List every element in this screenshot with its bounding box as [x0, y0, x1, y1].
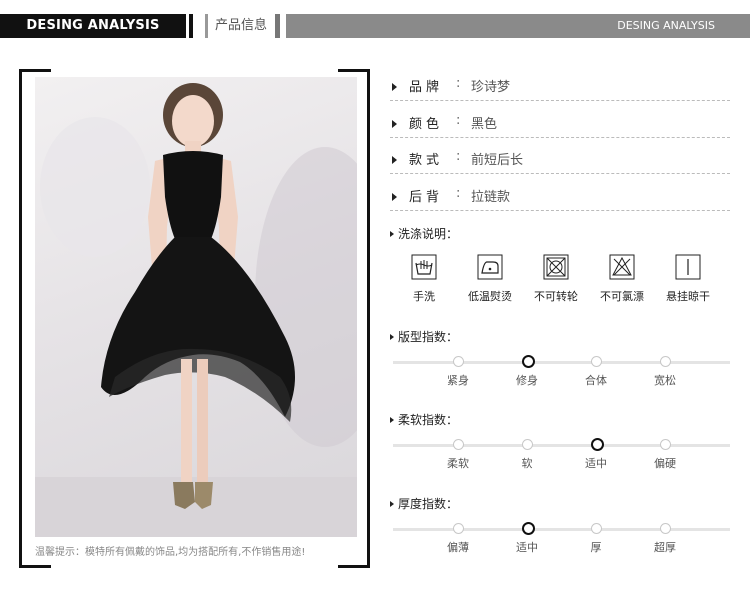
header-mid-title: 产品信息	[215, 18, 268, 33]
scale-dot	[591, 356, 602, 367]
scale-label: 适中	[516, 541, 538, 554]
header-divider	[275, 14, 280, 38]
info-row-style: 款式 : 前短后长	[390, 149, 730, 174]
dress-model-image	[35, 83, 357, 537]
fit-index-title: 版型指数：	[390, 328, 458, 345]
care-title: 洗涤说明：	[390, 225, 458, 242]
care-label: 手洗	[413, 290, 435, 303]
arrow-icon	[392, 83, 397, 91]
arrow-icon	[390, 417, 394, 423]
info-value: 珍诗梦	[471, 80, 511, 95]
info-colon: :	[456, 149, 461, 164]
info-value: 拉链款	[471, 190, 511, 205]
hand-wash-icon	[411, 254, 437, 280]
care-item-hand-wash: 手洗	[394, 254, 454, 304]
thickness-index-scale: 偏薄 适中 厚 超厚	[393, 522, 730, 563]
care-label: 悬挂晾干	[666, 290, 710, 303]
care-label: 不可转轮	[534, 290, 578, 303]
care-label: 低温熨烫	[468, 290, 512, 303]
scale-dot	[453, 439, 464, 450]
photo-disclaimer: 温馨提示：模特所有佩戴的饰品,均为搭配所有,不作销售用途!	[35, 547, 306, 558]
softness-index-title: 柔软指数：	[390, 411, 458, 428]
arrow-icon	[392, 120, 397, 128]
scale-dot	[591, 523, 602, 534]
care-item-no-bleach: 不可氯漂	[592, 254, 652, 304]
info-colon: :	[456, 113, 461, 128]
header-left-title: DESING ANALYSIS	[0, 14, 186, 38]
info-label: 品牌	[409, 80, 444, 95]
scale-label: 紧身	[447, 374, 469, 387]
scale-track	[393, 528, 730, 531]
info-row-brand: 品牌 : 珍诗梦	[390, 76, 730, 101]
arrow-icon	[390, 334, 394, 340]
scale-dot-selected	[522, 355, 535, 368]
header-right-band: DESING ANALYSIS	[286, 14, 750, 38]
scale-label: 超厚	[654, 541, 676, 554]
care-item-no-tumble: 不可转轮	[526, 254, 586, 304]
scale-label: 修身	[516, 374, 538, 387]
scale-label: 适中	[585, 457, 607, 470]
arrow-icon	[392, 193, 397, 201]
info-colon: :	[456, 186, 461, 201]
info-row-back: 后背 : 拉链款	[390, 186, 730, 211]
scale-dot	[522, 439, 533, 450]
arrow-icon	[390, 501, 394, 507]
scale-label: 宽松	[654, 374, 676, 387]
care-item-hang-dry: 悬挂晾干	[658, 254, 718, 304]
info-label: 颜色	[409, 117, 444, 132]
header-divider	[189, 14, 193, 38]
scale-label: 厚	[590, 541, 602, 554]
low-temp-iron-icon	[477, 254, 503, 280]
section-header: DESING ANALYSIS 产品信息 DESING ANALYSIS	[0, 14, 750, 38]
scale-label: 柔软	[447, 457, 469, 470]
scale-dot-selected	[591, 438, 604, 451]
product-photo	[35, 77, 357, 537]
arrow-icon	[392, 156, 397, 164]
scale-label: 软	[521, 457, 533, 470]
care-label: 不可氯漂	[600, 290, 644, 303]
scale-dot	[660, 439, 671, 450]
scale-dot	[660, 356, 671, 367]
care-item-iron: 低温熨烫	[460, 254, 520, 304]
info-row-color: 颜色 : 黑色	[390, 113, 730, 138]
no-tumble-dry-icon	[543, 254, 569, 280]
hang-dry-icon	[675, 254, 701, 280]
scale-dot	[660, 523, 671, 534]
info-label: 款式	[409, 153, 444, 168]
scale-label: 偏薄	[447, 541, 469, 554]
info-value: 黑色	[471, 117, 498, 132]
info-label: 后背	[409, 190, 444, 205]
thickness-index-title: 厚度指数：	[390, 495, 458, 512]
scale-label: 偏硬	[654, 457, 676, 470]
scale-dot	[453, 523, 464, 534]
no-bleach-icon	[609, 254, 635, 280]
scale-track	[393, 444, 730, 447]
fit-index-scale: 紧身 修身 合体 宽松	[393, 355, 730, 396]
scale-dot-selected	[522, 522, 535, 535]
arrow-icon	[390, 231, 394, 237]
info-value: 前短后长	[471, 153, 524, 168]
info-colon: :	[456, 76, 461, 91]
header-right-title: DESING ANALYSIS	[617, 19, 715, 32]
scale-dot	[453, 356, 464, 367]
scale-label: 合体	[585, 374, 607, 387]
header-divider	[205, 14, 208, 38]
scale-track	[393, 361, 730, 364]
softness-index-scale: 柔软 软 适中 偏硬	[393, 438, 730, 479]
